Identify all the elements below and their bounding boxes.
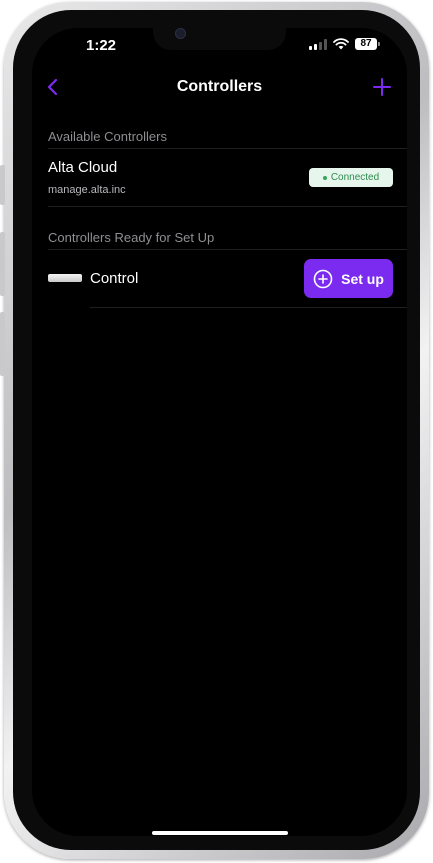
- section-header-ready: Controllers Ready for Set Up: [48, 230, 215, 245]
- status-dot-icon: [322, 175, 327, 180]
- plus-circle-icon: [313, 269, 333, 288]
- divider: [48, 206, 407, 207]
- mute-switch: [0, 165, 5, 205]
- controller-host: manage.alta.inc: [48, 184, 126, 196]
- front-camera-icon: [175, 28, 186, 39]
- controller-name: Alta Cloud: [48, 159, 118, 176]
- status-badge: Connected: [309, 168, 393, 187]
- page-title: Controllers: [176, 78, 263, 95]
- home-indicator[interactable]: [152, 831, 288, 835]
- controller-device-icon: [48, 274, 82, 282]
- wifi-icon: [333, 38, 349, 50]
- section-header-available: Available Controllers: [48, 129, 167, 144]
- status-time: 1:22: [86, 37, 117, 54]
- status-badge-label: Connected: [330, 172, 380, 183]
- divider: [48, 148, 407, 149]
- volume-down-button: [0, 312, 5, 376]
- divider: [90, 307, 407, 308]
- volume-up-button: [0, 232, 5, 296]
- status-indicators: 87: [309, 38, 380, 50]
- notch: [153, 28, 286, 50]
- controller-name: Control: [90, 270, 139, 287]
- battery-icon: 87: [355, 38, 380, 50]
- divider: [48, 249, 407, 250]
- set-up-button[interactable]: Set up: [304, 259, 393, 298]
- set-up-label: Set up: [341, 270, 384, 287]
- screen: 1:22 87 Controllers Available Controller…: [32, 28, 407, 836]
- cellular-signal-icon: [309, 38, 327, 50]
- plus-icon[interactable]: [371, 76, 393, 98]
